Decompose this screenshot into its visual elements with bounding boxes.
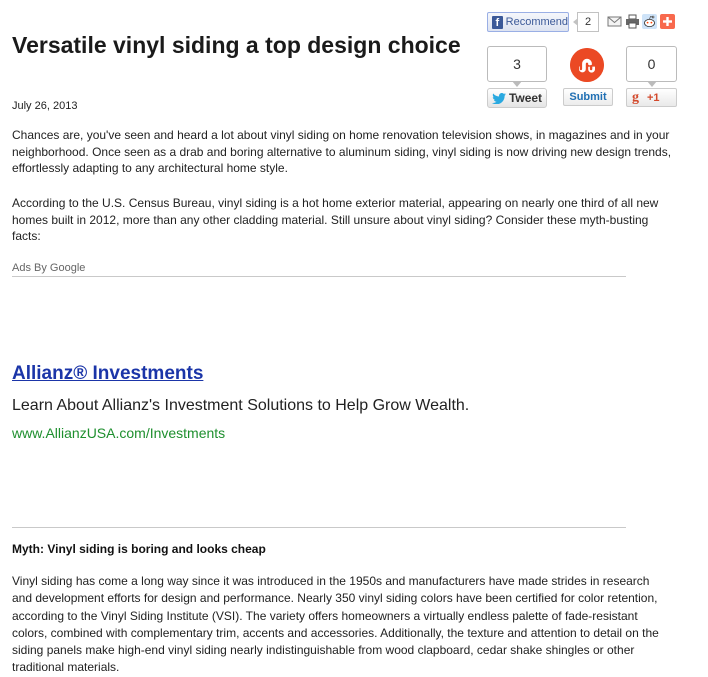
stumbleupon-submit-button[interactable]: Submit: [563, 88, 613, 106]
stumbleupon-icon[interactable]: [570, 48, 604, 82]
facebook-icon: f: [492, 15, 503, 29]
myth-paragraph: Vinyl siding has come a long way since i…: [12, 574, 659, 675]
tweet-count: 3: [487, 46, 547, 87]
tweet-button[interactable]: Tweet: [487, 88, 547, 108]
mail-icon[interactable]: [607, 14, 622, 29]
ad-divider-bottom: [12, 527, 626, 528]
article-paragraph-1: Chances are, you've seen and heard a lot…: [12, 128, 672, 175]
google-plus-one-button[interactable]: g +1: [626, 88, 677, 107]
myth-heading: Myth: Vinyl siding is boring and looks c…: [12, 542, 266, 556]
tweet-label: Tweet: [508, 91, 543, 105]
facebook-recommend-label: Recommend: [505, 16, 568, 28]
ad-description[interactable]: Learn About Allianz's Investment Solutio…: [12, 397, 469, 415]
ad-display-url[interactable]: www.AllianzUSA.com/Investments: [12, 425, 225, 441]
facebook-recommend-count: 2: [573, 12, 599, 32]
article-date: July 26, 2013: [12, 100, 78, 112]
twitter-bird-icon: [491, 92, 506, 104]
ads-by-google-label[interactable]: Ads By Google: [12, 262, 85, 274]
article-title: Versatile vinyl siding a top design choi…: [12, 32, 461, 58]
ad-divider-top: [12, 276, 626, 277]
print-icon[interactable]: [625, 14, 640, 29]
google-plus-icon: g: [632, 89, 639, 105]
reddit-icon[interactable]: [642, 14, 657, 29]
google-plus-one-label: +1: [647, 91, 660, 104]
ad-title-link[interactable]: Allianz® Investments: [12, 363, 203, 385]
google-plus-count: 0: [626, 46, 677, 87]
addthis-plus-icon[interactable]: [660, 14, 675, 29]
article-paragraph-2: According to the U.S. Census Bureau, vin…: [12, 196, 659, 243]
facebook-recommend-button[interactable]: f Recommend: [487, 12, 569, 32]
